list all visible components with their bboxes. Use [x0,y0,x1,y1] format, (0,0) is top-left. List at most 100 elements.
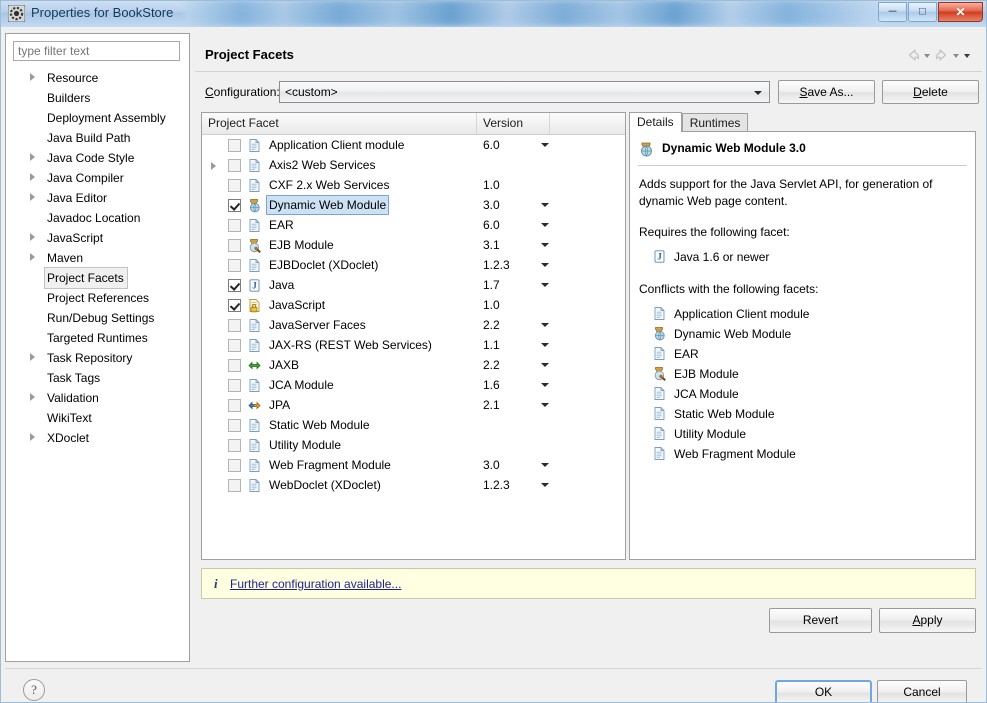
forward-arrow-icon[interactable] [934,47,950,63]
view-menu-icon[interactable] [963,47,972,63]
column-header-version[interactable]: Version [477,113,550,134]
sidebar-item-builders[interactable]: Builders [6,87,189,107]
table-row[interactable]: CXF 2.x Web Services 1.0 [202,175,625,195]
table-row[interactable]: WebDoclet (XDoclet) 1.2.3 [202,475,625,495]
version-dropdown-icon[interactable] [541,323,549,327]
chevron-right-icon[interactable] [30,173,35,181]
chevron-right-icon[interactable] [30,393,35,401]
chevron-right-icon[interactable] [30,73,35,81]
apply-button[interactable]: Apply [879,608,976,633]
help-button[interactable]: ? [23,679,45,701]
table-row[interactable]: J Java 1.7 [202,275,625,295]
table-row[interactable]: Static Web Module [202,415,625,435]
facet-checkbox[interactable] [228,259,241,272]
chevron-right-icon[interactable] [30,233,35,241]
sidebar-item-javascript[interactable]: JavaScript [6,227,189,247]
revert-button[interactable]: Revert [769,608,872,633]
delete-button[interactable]: Delete [882,80,979,104]
chevron-right-icon[interactable] [30,433,35,441]
table-row[interactable]: JAXB 2.2 [202,355,625,375]
table-row[interactable]: JavaScript 1.0 [202,295,625,315]
column-header-facet[interactable]: Project Facet [202,113,477,134]
sidebar-item-java-build-path[interactable]: Java Build Path [6,127,189,147]
facet-checkbox[interactable] [228,379,241,392]
table-row[interactable]: Application Client module 6.0 [202,135,625,155]
sidebar-item-project-references[interactable]: Project References [6,287,189,307]
column-header-extra[interactable] [550,113,625,134]
version-dropdown-icon[interactable] [541,263,549,267]
version-dropdown-icon[interactable] [541,383,549,387]
sidebar-item-maven[interactable]: Maven [6,247,189,267]
sidebar-item-wikitext[interactable]: WikiText [6,407,189,427]
cancel-button[interactable]: Cancel [877,680,967,703]
forward-dropdown-icon[interactable] [952,47,961,63]
version-dropdown-icon[interactable] [541,463,549,467]
facet-checkbox[interactable] [228,179,241,192]
close-button[interactable]: ✕ [938,2,983,22]
table-row[interactable]: JPA 2.1 [202,395,625,415]
tab-details[interactable]: Details [629,112,682,132]
facet-checkbox[interactable] [228,459,241,472]
sidebar-item-deployment-assembly[interactable]: Deployment Assembly [6,107,189,127]
version-dropdown-icon[interactable] [541,203,549,207]
table-row[interactable]: EAR 6.0 [202,215,625,235]
table-row[interactable]: JavaServer Faces 2.2 [202,315,625,335]
chevron-right-icon[interactable] [211,162,216,170]
back-dropdown-icon[interactable] [923,47,932,63]
save-as-button[interactable]: Save As... [778,80,875,104]
ok-button[interactable]: OK [775,680,872,703]
sidebar-item-task-repository[interactable]: Task Repository [6,347,189,367]
version-dropdown-icon[interactable] [541,223,549,227]
table-row[interactable]: Dynamic Web Module 3.0 [202,195,625,215]
version-dropdown-icon[interactable] [541,283,549,287]
chevron-right-icon[interactable] [30,193,35,201]
table-row[interactable]: EJBDoclet (XDoclet) 1.2.3 [202,255,625,275]
chevron-right-icon[interactable] [30,253,35,261]
facet-checkbox[interactable] [228,439,241,452]
version-dropdown-icon[interactable] [541,243,549,247]
table-row[interactable]: Utility Module [202,435,625,455]
sidebar-item-run-debug-settings[interactable]: Run/Debug Settings [6,307,189,327]
chevron-right-icon[interactable] [30,353,35,361]
facet-checkbox[interactable] [228,319,241,332]
sidebar-item-java-editor[interactable]: Java Editor [6,187,189,207]
filter-input[interactable] [13,41,180,61]
sidebar-item-project-facets[interactable]: Project Facets [6,267,189,289]
facet-checkbox[interactable] [228,159,241,172]
sidebar-item-java-compiler[interactable]: Java Compiler [6,167,189,187]
facet-checkbox[interactable] [228,219,241,232]
version-dropdown-icon[interactable] [541,343,549,347]
further-configuration-link[interactable]: Further configuration available... [230,577,401,591]
facet-checkbox[interactable] [228,199,241,212]
facet-checkbox[interactable] [228,399,241,412]
facet-checkbox[interactable] [228,479,241,492]
facet-checkbox[interactable] [228,239,241,252]
tab-runtimes[interactable]: Runtimes [681,113,749,132]
facet-checkbox[interactable] [228,359,241,372]
sidebar-item-java-code-style[interactable]: Java Code Style [6,147,189,167]
sidebar-item-task-tags[interactable]: Task Tags [6,367,189,387]
facet-checkbox[interactable] [228,419,241,432]
table-row[interactable]: Web Fragment Module 3.0 [202,455,625,475]
sidebar-item-resource[interactable]: Resource [6,67,189,87]
sidebar-item-xdoclet[interactable]: XDoclet [6,427,189,447]
facet-checkbox[interactable] [228,299,241,312]
project-facet-table[interactable]: Project Facet Version Application Client… [201,112,626,560]
facet-checkbox[interactable] [228,139,241,152]
maximize-button[interactable]: □ [908,2,937,22]
chevron-right-icon[interactable] [30,153,35,161]
version-dropdown-icon[interactable] [541,363,549,367]
table-row[interactable]: JCA Module 1.6 [202,375,625,395]
table-row[interactable]: EJB Module 3.1 [202,235,625,255]
table-row[interactable]: Axis2 Web Services [202,155,625,175]
facet-checkbox[interactable] [228,279,241,292]
table-row[interactable]: JAX-RS (REST Web Services) 1.1 [202,335,625,355]
sidebar-item-validation[interactable]: Validation [6,387,189,407]
minimize-button[interactable]: ─ [878,2,907,22]
back-arrow-icon[interactable] [905,47,921,63]
version-dropdown-icon[interactable] [541,483,549,487]
sidebar-item-targeted-runtimes[interactable]: Targeted Runtimes [6,327,189,347]
configuration-combo[interactable]: <custom> [279,81,770,103]
sidebar-item-javadoc-location[interactable]: Javadoc Location [6,207,189,227]
facet-checkbox[interactable] [228,339,241,352]
